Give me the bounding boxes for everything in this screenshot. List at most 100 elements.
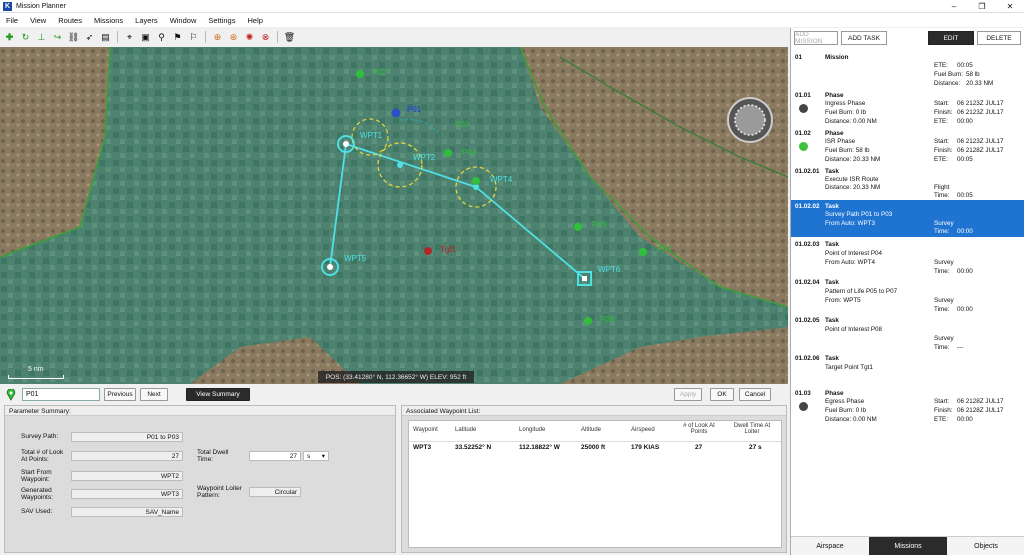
- map-scale-bar: [8, 375, 64, 379]
- row-key: ETE:: [934, 118, 948, 125]
- menu-layers[interactable]: Layers: [129, 16, 164, 25]
- menu-view[interactable]: View: [24, 16, 52, 25]
- add-task-button[interactable]: ADD TASK: [841, 31, 887, 45]
- row-subtitle: Point of Interest P08: [825, 326, 883, 333]
- redo-icon[interactable]: ↪: [51, 31, 64, 44]
- menu-file[interactable]: File: [0, 16, 24, 25]
- map-scale: 5 nm: [6, 366, 66, 380]
- chevron-down-icon: ▾: [321, 453, 325, 460]
- pointer-icon[interactable]: ➶: [83, 31, 96, 44]
- survey-path-value: P01 to P03: [71, 432, 183, 442]
- row-value: 00:05: [957, 192, 973, 199]
- status-dot-icon: [799, 104, 808, 113]
- next-button[interactable]: Next: [140, 388, 168, 401]
- row-value: 06 2123Z JUL17: [957, 138, 1004, 145]
- row-title: Phase: [825, 390, 844, 397]
- menu-window[interactable]: Window: [164, 16, 203, 25]
- row-detail: Distance: 0.00 NM: [825, 416, 877, 423]
- link-icon[interactable]: ⛓: [67, 31, 80, 44]
- generated-waypoints-label: Generated Waypoints:: [21, 487, 53, 501]
- map-view[interactable]: P01 WPT1 WPT2 WPT4 WPT5 WPT6 Tgt1 P02 P0…: [0, 47, 788, 384]
- row-detail: Distance: 20.33 NM: [825, 156, 881, 163]
- row-id: 01.02.01: [795, 168, 820, 175]
- view-summary-button[interactable]: View Summary: [186, 388, 250, 401]
- close-icon[interactable]: ✕: [996, 0, 1024, 13]
- tab-objects[interactable]: Objects: [947, 537, 1024, 555]
- total-dwell-input[interactable]: 27: [249, 451, 301, 461]
- row-detail: From: WPT5: [825, 297, 861, 304]
- row-key: Time:: [934, 268, 950, 275]
- row-title: Task: [825, 203, 839, 210]
- cancel-button[interactable]: Cancel: [739, 388, 771, 401]
- area-icon[interactable]: ▣: [139, 31, 152, 44]
- map-label-p08: P08: [600, 315, 615, 324]
- cell-altitude: 25000 ft: [581, 444, 606, 451]
- menu-missions[interactable]: Missions: [88, 16, 129, 25]
- row-title: Phase: [825, 92, 844, 99]
- waypoint-add-icon[interactable]: ⌖: [123, 31, 136, 44]
- phase-row[interactable]: 01.02 Phase ISR Phase Fuel Burn: 58 lb D…: [791, 130, 1024, 168]
- task-row[interactable]: 01.02.04 Task Pattern of Life P05 to P07…: [791, 279, 1024, 315]
- rotate-icon[interactable]: ↻: [19, 31, 32, 44]
- map-label-tgt1: Tgt1: [440, 245, 457, 254]
- waypoint-table: Waypoint Latitude Longitude Altitude Air…: [408, 420, 782, 548]
- row-id: 01.01: [795, 92, 811, 99]
- row-key: Start:: [934, 100, 950, 107]
- row-value: 00:05: [957, 156, 973, 163]
- row-id: 01.02.04: [795, 279, 820, 286]
- pin-edit-icon[interactable]: ⚐: [187, 31, 200, 44]
- pin-add-icon[interactable]: ⚑: [171, 31, 184, 44]
- row-subtitle: ISR Phase: [825, 138, 856, 145]
- cell-look-at-points: 27: [695, 444, 703, 451]
- selected-item-field[interactable]: P01: [22, 388, 100, 401]
- row-value: 00:00: [957, 416, 973, 423]
- cell-waypoint: WPT3: [413, 444, 432, 451]
- row-id: 01.02: [795, 130, 811, 137]
- row-key: Time:: [934, 192, 950, 199]
- row-value: 06 2128Z JUL17: [957, 398, 1004, 405]
- add-icon[interactable]: ✚: [3, 31, 16, 44]
- task-row-selected[interactable]: 01.02.02 Task Survey Path P01 to P03 Fro…: [791, 200, 1024, 237]
- add-mission-button[interactable]: ADD MISSION: [794, 31, 838, 45]
- level-icon[interactable]: ⊥: [35, 31, 48, 44]
- maximize-icon[interactable]: ❐: [968, 0, 996, 13]
- map-label-p01: P01: [407, 105, 422, 114]
- task-row[interactable]: 01.02.01 Task Execute ISR Route Distance…: [791, 168, 1024, 200]
- trash-icon[interactable]: 🗑: [283, 31, 296, 44]
- previous-button[interactable]: Previous: [104, 388, 136, 401]
- target-icon[interactable]: ⊛: [227, 31, 240, 44]
- task-row[interactable]: 01.02.06 Task Target Point Tgt1: [791, 355, 1024, 381]
- mission-panel: ADD MISSION ADD TASK EDIT DELETE 01 Miss…: [790, 28, 1024, 555]
- phase-row[interactable]: 01.01 Phase Ingress Phase Fuel Burn: 0 l…: [791, 92, 1024, 130]
- crosshair-icon[interactable]: ⊕: [211, 31, 224, 44]
- row-title: Task: [825, 168, 839, 175]
- map-canvas[interactable]: P01 WPT1 WPT2 WPT4 WPT5 WPT6 Tgt1 P02 P0…: [0, 47, 788, 384]
- row-key: Survey: [934, 297, 954, 304]
- apply-button[interactable]: Apply: [674, 388, 702, 401]
- stop-icon[interactable]: ⊗: [259, 31, 272, 44]
- table-row[interactable]: WPT3 33.52252° N 112.18822° W 25000 ft 1…: [409, 441, 781, 453]
- tab-missions[interactable]: Missions: [869, 537, 947, 555]
- menu-routes[interactable]: Routes: [52, 16, 88, 25]
- app-title: Mission Planner: [16, 2, 66, 10]
- row-detail: From Auto: WPT3: [825, 220, 876, 227]
- phase-row[interactable]: 01.03 Phase Egress Phase Fuel Burn: 0 lb…: [791, 390, 1024, 428]
- row-key: Time:: [934, 344, 950, 351]
- minimize-icon[interactable]: –: [940, 0, 968, 13]
- col-look-at-points: # of Look At Points: [683, 423, 715, 435]
- delete-button[interactable]: DELETE: [977, 31, 1021, 45]
- ok-button[interactable]: OK: [710, 388, 734, 401]
- task-row[interactable]: 01.02.05 Task Point of Interest P08 Surv…: [791, 317, 1024, 353]
- asset-icon[interactable]: ✺: [243, 31, 256, 44]
- tab-airspace[interactable]: Airspace: [791, 537, 869, 555]
- marker-icon[interactable]: ⚲: [155, 31, 168, 44]
- menu-settings[interactable]: Settings: [202, 16, 241, 25]
- edit-button[interactable]: EDIT: [928, 31, 974, 45]
- task-row[interactable]: 01.02.03 Task Point of Interest P04 From…: [791, 241, 1024, 277]
- row-title: Task: [825, 355, 839, 362]
- dwell-unit-select[interactable]: s ▾: [303, 451, 329, 461]
- map-label-p07: P07: [657, 245, 672, 254]
- mission-row[interactable]: 01 Mission ETE: 00:05 Fuel Burn: 58 lb D…: [791, 54, 1024, 92]
- menu-help[interactable]: Help: [241, 16, 268, 25]
- printer-icon[interactable]: ▤: [99, 31, 112, 44]
